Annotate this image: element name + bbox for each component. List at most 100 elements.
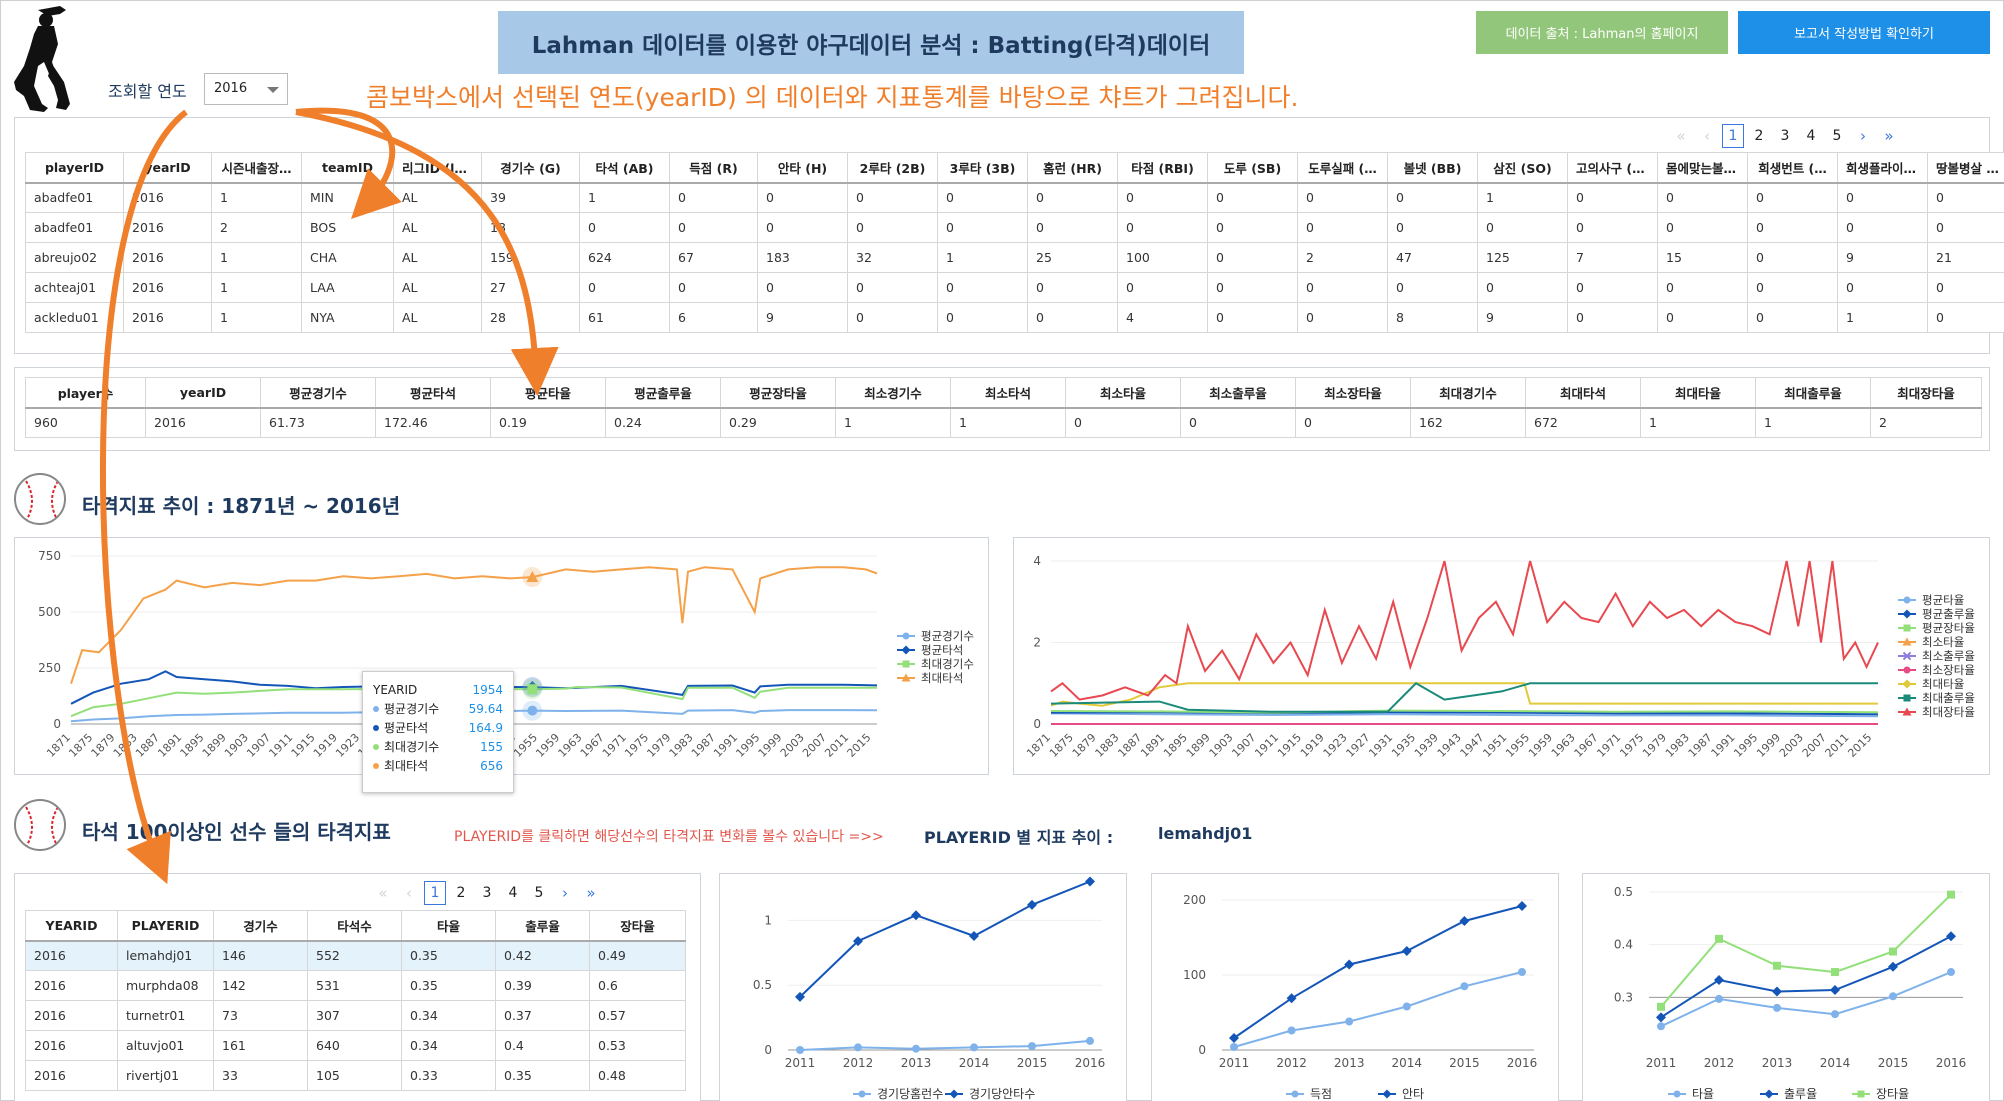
table-row[interactable]: achteaj01 2016 1 LAA AL 27 0 0 0 0 0 0 0 0 0 0 0 0 0 0 0 0 [25,272,2004,303]
table-cell: 0.42 [495,940,590,971]
column-header[interactable]: 도루 (SB) [1207,152,1298,183]
x-tick-label: 1995 [1731,731,1760,760]
pager-prev-icon[interactable]: ‹ [396,884,422,902]
column-header[interactable]: 득점 (R) [669,152,758,183]
pager-page-4[interactable]: 4 [500,885,526,901]
column-header[interactable]: 타점 (RBI) [1117,152,1208,183]
table-cell: murphda08 [117,970,214,1001]
column-header[interactable]: 몸에맞는볼 … [1657,152,1748,183]
column-header[interactable]: yearID [123,152,212,183]
column-header[interactable]: 희생플라이 … [1837,152,1928,183]
column-header[interactable]: 최소출루율 [1180,377,1296,408]
series-line-0 [1660,971,1952,1028]
column-header[interactable]: 평균타율 [490,377,606,408]
column-header[interactable]: YEARID [25,910,118,941]
column-header[interactable]: 시즌내출장… [211,152,302,183]
table-cell: 172.46 [375,407,491,438]
column-header[interactable]: 희생번트 (… [1747,152,1838,183]
pager-next-icon[interactable]: › [552,884,578,902]
table-row[interactable]: ackledu01 2016 1 NYA AL 28 61 6 9 0 0 0 4 0 0 8 9 0 0 0 1 0 [25,302,2004,333]
column-header[interactable]: 땅볼병살 (… [1927,152,2004,183]
column-header[interactable]: 평균출루율 [605,377,721,408]
column-header[interactable]: 3루타 (3B) [937,152,1028,183]
column-header[interactable]: yearID [145,377,261,408]
column-header[interactable]: 볼넷 (BB) [1387,152,1478,183]
column-header[interactable]: 안타 (H) [757,152,848,183]
table-row[interactable]: 960 2016 61.73 172.46 0.19 0.24 0.29 1 1 0 0 0 162 67… [25,407,1982,438]
pager-first-icon[interactable]: « [370,884,396,902]
column-header[interactable]: 타석 (AB) [579,152,670,183]
table-cell: 28 [481,302,580,333]
legend-label: 최대경기수 [921,657,974,671]
table-row[interactable]: 2016 altuvjo01 161 640 0.34 0.4 0.53 [25,1030,686,1061]
table-row[interactable]: 2016 turnetr01 73 307 0.34 0.37 0.57 [25,1000,686,1031]
data-source-button[interactable]: 데이터 출처 : Lahman의 홈페이지 [1476,11,1728,54]
column-header[interactable]: 2루타 (2B) [847,152,938,183]
pager-page-1[interactable]: 1 [424,881,446,905]
player-chart-per-game: 0 0.5 1 2011 2012 2013 2014 2015 2016 경기당홈런수 경기당안타… [719,873,1127,1101]
data-point [911,910,921,921]
pager-first-icon[interactable]: « [1668,127,1694,145]
table-row[interactable]: 2016 rivertj01 33 105 0.33 0.35 0.48 [25,1060,686,1091]
table-row[interactable]: abreujo02 2016 1 CHA AL 159 624 67 183 32 1 25 100 0 2… [25,242,2004,273]
column-header[interactable]: 최대타석 [1525,377,1641,408]
column-header[interactable]: 최대출루율 [1755,377,1871,408]
column-header[interactable]: 경기수 (G) [481,152,580,183]
column-header[interactable]: 최소타석 [950,377,1066,408]
column-header[interactable]: 최소경기수 [835,377,951,408]
pager-prev-icon[interactable]: ‹ [1694,127,1720,145]
column-header[interactable]: 홈런 (HR) [1027,152,1118,183]
column-header[interactable]: 출루율 [495,910,590,941]
x-tick-label: 1895 [178,731,207,760]
report-guide-button[interactable]: 보고서 작성방법 확인하기 [1738,11,1990,54]
data-point [1902,609,1912,619]
column-header[interactable]: 평균타석 [375,377,491,408]
column-header[interactable]: 삼진 (SO) [1477,152,1568,183]
pager-page-4[interactable]: 4 [1798,128,1824,144]
table-cell: 0 [1837,182,1928,213]
pager-last-icon[interactable]: » [578,884,604,902]
column-header[interactable]: 최소타율 [1065,377,1181,408]
pager-last-icon[interactable]: » [1876,127,1902,145]
pager-page-2[interactable]: 2 [448,885,474,901]
column-header[interactable]: 평균경기수 [260,377,376,408]
table-row[interactable]: abadfe01 2016 2 BOS AL 18 0 0 0 0 0 0 0 0 0 0 0 0 0 0 0 0 [25,212,2004,243]
table-row[interactable]: abadfe01 2016 1 MIN AL 39 1 0 0 0 0 0 0 0 0 0 1 0 0 0 0 0 [25,182,2004,213]
y-tick-label: 0 [1033,717,1041,731]
pager-page-1[interactable]: 1 [1722,124,1744,148]
pager-page-2[interactable]: 2 [1746,128,1772,144]
year-select[interactable]: 2016 [204,73,288,105]
tooltip-label: 평균경기수 [384,702,440,716]
column-header[interactable]: 타석수 [307,910,402,941]
x-tick-label: 1963 [556,731,585,760]
column-header[interactable]: 타율 [401,910,496,941]
column-header[interactable]: 최대타율 [1640,377,1756,408]
table-row[interactable]: 2016 lemahdj01 146 552 0.35 0.42 0.49 [25,940,686,971]
column-header[interactable]: 고의사구 (I… [1567,152,1658,183]
section-trend-title: 타격지표 추이 : 1871년 ~ 2016년 [82,494,401,518]
table-cell: 162 [1410,407,1526,438]
column-header[interactable]: 리그ID (lgID) [393,152,482,183]
column-header[interactable]: 최대경기수 [1410,377,1526,408]
column-header[interactable]: 평균장타율 [720,377,836,408]
pager-next-icon[interactable]: › [1850,127,1876,145]
pager-page-5[interactable]: 5 [526,885,552,901]
pager-page-3[interactable]: 3 [474,885,500,901]
column-header[interactable]: player수 [25,377,146,408]
pager-page-3[interactable]: 3 [1772,128,1798,144]
column-header[interactable]: 경기수 [213,910,308,941]
column-header[interactable]: playerID [25,152,124,183]
table-row[interactable]: 2016 murphda08 142 531 0.35 0.39 0.6 [25,970,686,1001]
column-header[interactable]: teamID [301,152,394,183]
column-header[interactable]: 최대장타율 [1870,377,1982,408]
table-cell: 2 [211,212,302,243]
column-header[interactable]: 장타율 [589,910,686,941]
y-tick-label: 4 [1033,554,1041,568]
column-header[interactable]: PLAYERID [117,910,214,941]
column-header[interactable]: 최소장타율 [1295,377,1411,408]
data-point [858,1090,866,1098]
pager-page-5[interactable]: 5 [1824,128,1850,144]
data-point [912,1044,920,1053]
table-cell: 0.37 [495,1000,590,1031]
column-header[interactable]: 도루실패 (… [1297,152,1388,183]
